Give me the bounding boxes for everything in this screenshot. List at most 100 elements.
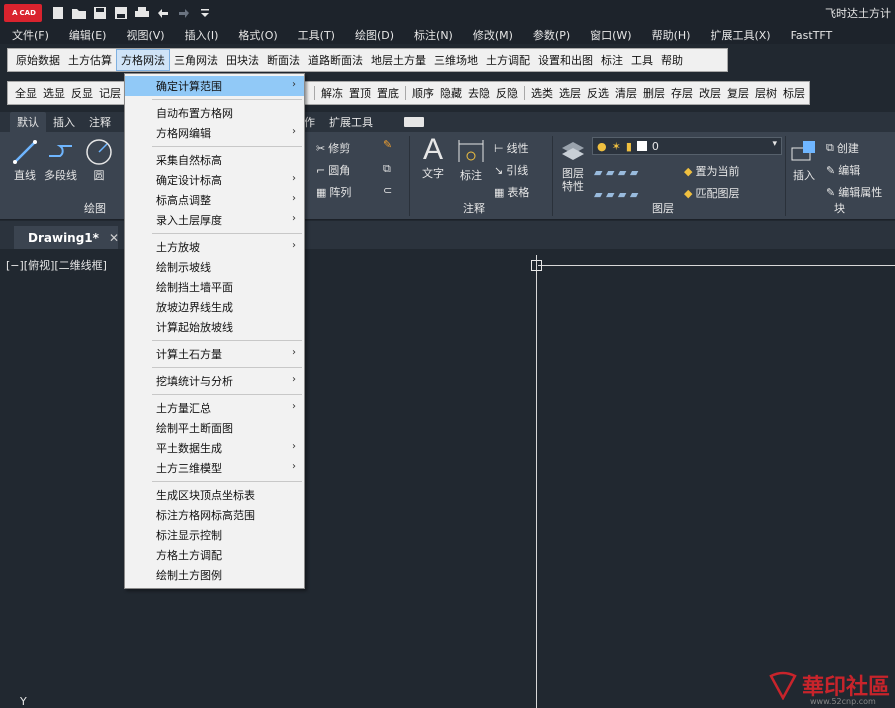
toolbar1-item-12[interactable]: 工具 bbox=[627, 50, 657, 70]
table-button[interactable]: ▦ 表格 bbox=[494, 184, 529, 200]
menu-item-7[interactable]: 标注(N) bbox=[414, 27, 453, 43]
app-logo[interactable]: A CAD bbox=[4, 4, 42, 22]
print-icon[interactable] bbox=[134, 5, 150, 21]
toolbar2-group_a-1[interactable]: 置顶 bbox=[346, 85, 374, 101]
dimension-button[interactable]: 标注 bbox=[456, 137, 486, 183]
edit-block-button[interactable]: ✎ 编辑 bbox=[826, 162, 860, 178]
match-layer-button[interactable]: ◆ 匹配图层 bbox=[684, 185, 739, 201]
toolbar2-group_a-2[interactable]: 置底 bbox=[374, 85, 402, 101]
menu-item-3[interactable]: 插入(I) bbox=[185, 27, 219, 43]
dropdown-item-13[interactable]: 放坡边界线生成 bbox=[125, 297, 304, 317]
close-icon[interactable]: ✕ bbox=[109, 231, 119, 245]
toolbar2-left-0[interactable]: 全显 bbox=[12, 85, 40, 101]
toolbar2-left-1[interactable]: 选显 bbox=[40, 85, 68, 101]
redo-icon[interactable] bbox=[176, 5, 192, 21]
dropdown-item-7[interactable]: 标高点调整 › bbox=[125, 190, 304, 210]
dropdown-item-27[interactable]: 标注显示控制 bbox=[125, 525, 304, 545]
dropdown-item-5[interactable]: 采集自然标高 bbox=[125, 150, 304, 170]
dropdown-item-2[interactable]: 自动布置方格网 bbox=[125, 103, 304, 123]
dropdown-item-6[interactable]: 确定设计标高 › bbox=[125, 170, 304, 190]
menu-item-10[interactable]: 窗口(W) bbox=[590, 27, 631, 43]
edit-attributes-button[interactable]: ✎ 编辑属性 bbox=[826, 184, 882, 200]
menu-item-1[interactable]: 编辑(E) bbox=[69, 27, 107, 43]
dropdown-item-12[interactable]: 绘制挡土墙平面 bbox=[125, 277, 304, 297]
menu-item-0[interactable]: 文件(F) bbox=[12, 27, 49, 43]
array-button[interactable]: ▦ 阵列 bbox=[316, 184, 351, 200]
dropdown-item-23[interactable]: 土方三维模型 › bbox=[125, 458, 304, 478]
new-file-icon[interactable] bbox=[50, 5, 66, 21]
text-button[interactable]: A 文字 bbox=[418, 133, 448, 181]
tab-drawing1[interactable]: Drawing1* ✕ bbox=[14, 226, 119, 249]
toolbar2-group_b-1[interactable]: 隐藏 bbox=[437, 85, 465, 101]
toolbar1-item-10[interactable]: 设置和出图 bbox=[534, 50, 597, 70]
tab-default[interactable]: 默认 bbox=[10, 112, 46, 132]
trim-button[interactable]: ✂ 修剪 bbox=[316, 140, 350, 156]
menu-item-5[interactable]: 工具(T) bbox=[298, 27, 335, 43]
layer-dropdown[interactable]: ● ✶ ▮ 0 ▾ bbox=[592, 137, 782, 155]
toolbar2-group_c-2[interactable]: 反选 bbox=[584, 85, 612, 101]
toolbar2-group_c-8[interactable]: 层树 bbox=[752, 85, 780, 101]
toolbar2-group_a-0[interactable]: 解冻 bbox=[318, 85, 346, 101]
toolbar2-group_b-3[interactable]: 反隐 bbox=[493, 85, 521, 101]
dropdown-item-11[interactable]: 绘制示坡线 bbox=[125, 257, 304, 277]
menu-item-13[interactable]: FastTFT bbox=[791, 29, 833, 42]
toolbar2-left-3[interactable]: 记层 bbox=[96, 85, 124, 101]
line-button[interactable]: 直线 bbox=[10, 137, 40, 183]
dropdown-item-3[interactable]: 方格网编辑 › bbox=[125, 123, 304, 143]
tab-insert[interactable]: 插入 bbox=[46, 112, 82, 132]
menu-item-8[interactable]: 修改(M) bbox=[473, 27, 513, 43]
toolbar1-item-13[interactable]: 帮助 bbox=[657, 50, 687, 70]
layer-properties-button[interactable]: 图层特性 bbox=[558, 137, 588, 193]
dropdown-item-8[interactable]: 录入土层厚度 › bbox=[125, 210, 304, 230]
dropdown-item-22[interactable]: 平土数据生成 › bbox=[125, 438, 304, 458]
menu-item-12[interactable]: 扩展工具(X) bbox=[710, 27, 770, 43]
dropdown-item-10[interactable]: 土方放坡 › bbox=[125, 237, 304, 257]
toolbar2-group_c-6[interactable]: 改层 bbox=[696, 85, 724, 101]
dropdown-item-21[interactable]: 绘制平土断面图 bbox=[125, 418, 304, 438]
dropdown-item-16[interactable]: 计算土石方量 › bbox=[125, 344, 304, 364]
erase-pen-icon[interactable]: ✎ bbox=[383, 138, 392, 151]
linear-button[interactable]: ⊢ 线性 bbox=[494, 140, 529, 156]
toolbar1-item-8[interactable]: 三维场地 bbox=[430, 50, 482, 70]
menu-item-9[interactable]: 参数(P) bbox=[533, 27, 570, 43]
fillet-button[interactable]: ⌐ 圆角 bbox=[316, 162, 350, 178]
dropdown-item-20[interactable]: 土方量汇总 › bbox=[125, 398, 304, 418]
dropdown-item-29[interactable]: 绘制土方图例 bbox=[125, 565, 304, 585]
toolbar1-item-7[interactable]: 地层土方量 bbox=[367, 50, 430, 70]
toolbar2-group_c-5[interactable]: 存层 bbox=[668, 85, 696, 101]
layer-tools-row-1[interactable]: ▰ ▰ ▰ ▰ bbox=[594, 166, 638, 179]
insert-block-button[interactable]: 插入 bbox=[789, 137, 819, 183]
toolbar2-left-2[interactable]: 反显 bbox=[68, 85, 96, 101]
toolbar2-group_c-0[interactable]: 选类 bbox=[528, 85, 556, 101]
toolbar2-group_b-0[interactable]: 顺序 bbox=[409, 85, 437, 101]
leader-button[interactable]: ↘ 引线 bbox=[494, 162, 528, 178]
toolbar2-group_c-1[interactable]: 选层 bbox=[556, 85, 584, 101]
dropdown-item-25[interactable]: 生成区块顶点坐标表 bbox=[125, 485, 304, 505]
toolbar1-item-2[interactable]: 方格网法 bbox=[116, 49, 170, 71]
open-folder-icon[interactable] bbox=[71, 5, 87, 21]
toolbar1-item-5[interactable]: 断面法 bbox=[263, 50, 304, 70]
menu-item-4[interactable]: 格式(O) bbox=[238, 27, 277, 43]
toolbar2-group_c-7[interactable]: 复层 bbox=[724, 85, 752, 101]
save-as-icon[interactable] bbox=[113, 5, 129, 21]
toolbar2-group_c-9[interactable]: 标层 bbox=[780, 85, 808, 101]
toolbar1-item-9[interactable]: 土方调配 bbox=[482, 50, 534, 70]
menu-item-2[interactable]: 视图(V) bbox=[126, 27, 164, 43]
toolbar1-item-0[interactable]: 原始数据 bbox=[12, 50, 64, 70]
viewport-controls[interactable]: [−][俯视][二维线框] bbox=[6, 257, 107, 273]
customize-qa-icon[interactable] bbox=[197, 5, 213, 21]
toolbar1-item-4[interactable]: 田块法 bbox=[222, 50, 263, 70]
dropdown-item-26[interactable]: 标注方格网标高范围 bbox=[125, 505, 304, 525]
menu-item-6[interactable]: 绘图(D) bbox=[355, 27, 394, 43]
toolbar2-group_c-3[interactable]: 清层 bbox=[612, 85, 640, 101]
dropdown-item-0[interactable]: 确定计算范围 › bbox=[125, 76, 304, 96]
dropdown-item-28[interactable]: 方格土方调配 bbox=[125, 545, 304, 565]
ribbon-options-icon[interactable] bbox=[404, 117, 424, 127]
set-current-button[interactable]: ◆ 置为当前 bbox=[684, 163, 739, 179]
layer-tools-row-2[interactable]: ▰ ▰ ▰ ▰ bbox=[594, 188, 638, 201]
3d-box-icon[interactable]: ⧉ bbox=[383, 162, 391, 176]
polyline-button[interactable]: 多段线 bbox=[44, 137, 77, 183]
toolbar2-group_c-4[interactable]: 删层 bbox=[640, 85, 668, 101]
tab-extended-tools[interactable]: 扩展工具 bbox=[322, 112, 380, 132]
offset-icon[interactable]: ⊂ bbox=[383, 184, 392, 197]
